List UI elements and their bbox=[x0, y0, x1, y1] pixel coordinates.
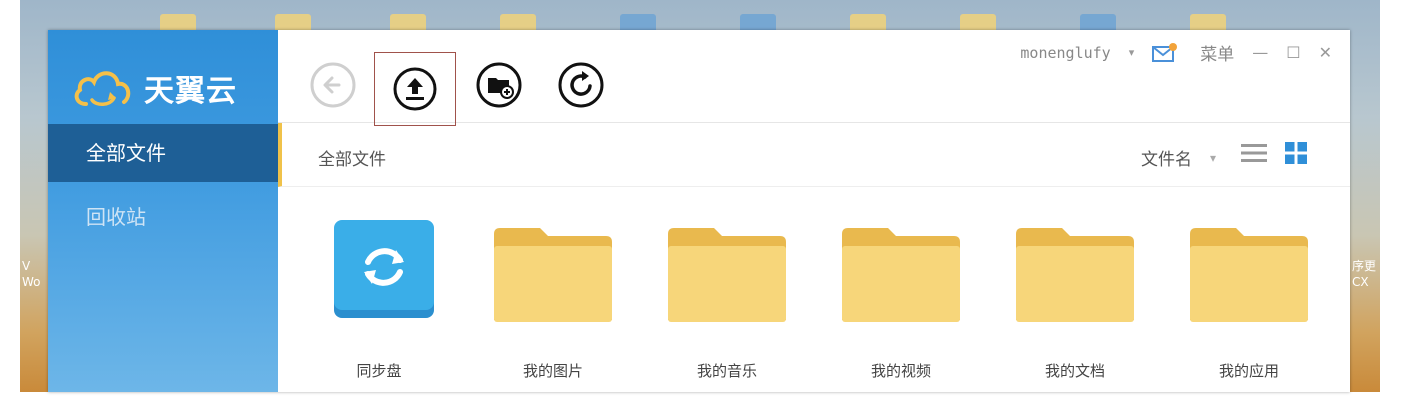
logo-text: 天翼云 bbox=[144, 74, 237, 109]
folder-icon bbox=[494, 228, 612, 322]
folder-icon bbox=[842, 228, 960, 322]
file-item-my-apps[interactable]: 我的应用 bbox=[1168, 220, 1318, 392]
folder-icon bbox=[1016, 228, 1134, 322]
list-view-icon[interactable] bbox=[1240, 141, 1268, 165]
file-item-my-videos[interactable]: 我的视频 bbox=[820, 220, 970, 392]
back-button[interactable] bbox=[308, 60, 358, 110]
window-controls: monenglufy ▾ 菜单 — ☐ ✕ bbox=[1020, 40, 1332, 65]
sort-dropdown[interactable]: 文件名 ▾ bbox=[1141, 145, 1216, 170]
sidebar-item-recycle-bin[interactable]: 回收站 bbox=[48, 188, 278, 246]
app-logo: 天翼云 bbox=[70, 58, 237, 118]
message-icon[interactable] bbox=[1152, 42, 1182, 64]
desktop-right-label: 序更 CX bbox=[1352, 259, 1377, 289]
file-name: 我的视频 bbox=[870, 362, 931, 380]
file-name: 我的音乐 bbox=[696, 362, 757, 380]
file-item-my-documents[interactable]: 我的文档 bbox=[994, 220, 1144, 392]
sidebar: 天翼云 全部文件 回收站 bbox=[48, 30, 278, 392]
app-window: 天翼云 全部文件 回收站 monenglufy ▾ 菜单 — ☐ ✕ 全部文件 … bbox=[48, 30, 1350, 392]
username-label[interactable]: monenglufy bbox=[1020, 44, 1110, 62]
desktop-left-label: V Wo bbox=[22, 259, 41, 289]
file-name: 我的应用 bbox=[1218, 362, 1279, 380]
chevron-down-icon: ▾ bbox=[1209, 150, 1216, 165]
maximize-button[interactable]: ☐ bbox=[1286, 43, 1300, 62]
toolbar: monenglufy ▾ 菜单 — ☐ ✕ bbox=[278, 30, 1350, 126]
cloud-logo-icon bbox=[74, 71, 131, 106]
new-folder-button[interactable] bbox=[474, 60, 524, 110]
file-name: 同步盘 bbox=[356, 362, 402, 380]
refresh-icon bbox=[558, 62, 604, 108]
sort-label: 文件名 bbox=[1140, 150, 1192, 170]
chevron-down-icon[interactable]: ▾ bbox=[1129, 46, 1135, 59]
file-grid: 同步盘 我的图片 我的音乐 我的视频 我的文档 我的应用 bbox=[278, 188, 1350, 392]
file-name: 我的文档 bbox=[1044, 362, 1105, 380]
main-panel: monenglufy ▾ 菜单 — ☐ ✕ 全部文件 文件名 ▾ 同步盘 我的图… bbox=[278, 30, 1350, 392]
folder-icon bbox=[668, 228, 786, 322]
file-item-my-pictures[interactable]: 我的图片 bbox=[472, 220, 622, 392]
view-toggle bbox=[1240, 141, 1308, 165]
refresh-button[interactable] bbox=[556, 60, 606, 110]
path-bar: 全部文件 文件名 ▾ bbox=[278, 123, 1350, 187]
file-name: 我的图片 bbox=[522, 362, 583, 380]
menu-button[interactable]: 菜单 bbox=[1200, 40, 1234, 65]
upload-icon bbox=[393, 67, 437, 111]
sync-disk-icon bbox=[334, 220, 434, 318]
back-arrow-icon bbox=[310, 62, 356, 108]
sidebar-item-all-files[interactable]: 全部文件 bbox=[48, 124, 278, 182]
file-item-sync-disk[interactable]: 同步盘 bbox=[298, 220, 448, 392]
new-folder-icon bbox=[476, 62, 522, 108]
breadcrumb[interactable]: 全部文件 bbox=[318, 145, 386, 170]
grid-view-icon[interactable] bbox=[1284, 141, 1308, 165]
file-item-my-music[interactable]: 我的音乐 bbox=[646, 220, 796, 392]
minimize-button[interactable]: — bbox=[1252, 43, 1268, 62]
upload-button[interactable] bbox=[374, 52, 456, 126]
close-button[interactable]: ✕ bbox=[1319, 43, 1332, 62]
folder-icon bbox=[1190, 228, 1308, 322]
